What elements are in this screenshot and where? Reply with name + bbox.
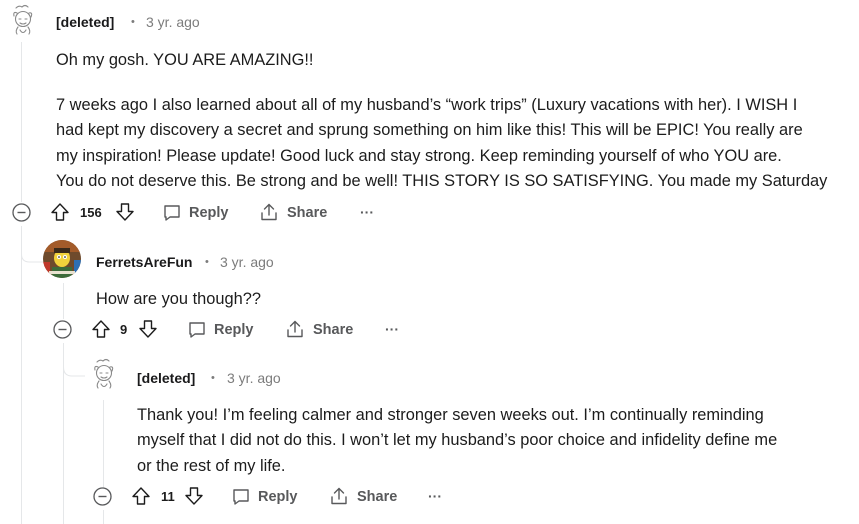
comment-author[interactable]: [deleted] — [137, 370, 195, 386]
downvote-icon[interactable] — [184, 486, 204, 506]
share-button[interactable]: Share — [285, 319, 357, 341]
reply-icon — [162, 203, 182, 223]
comment-text-line: You do not deserve this. Be strong and b… — [56, 172, 828, 190]
share-icon — [285, 319, 305, 339]
vote-count: 9 — [120, 322, 128, 337]
comment-timestamp[interactable]: 3 yr. ago — [146, 14, 200, 30]
share-button[interactable]: Share — [329, 486, 401, 508]
upvote-icon[interactable] — [131, 486, 151, 506]
reply-button[interactable]: Reply — [162, 202, 234, 224]
upvote-icon[interactable] — [91, 319, 111, 339]
share-button[interactable]: Share — [259, 202, 331, 224]
share-label: Share — [357, 489, 398, 505]
meta-separator: • — [131, 16, 135, 28]
comment-text-line: Thank you! I’m feeling calmer and strong… — [137, 406, 764, 424]
meta-separator: • — [211, 372, 215, 384]
comment-2: FerretsAreFun • 3 yr. ago How are you th… — [0, 230, 859, 346]
downvote-icon[interactable] — [115, 202, 135, 222]
comment-text-line: Oh my gosh. YOU ARE AMAZING!! — [56, 51, 314, 69]
comment-1: [deleted] • 3 yr. ago Oh my gosh. YOU AR… — [0, 0, 859, 230]
share-icon — [329, 486, 349, 506]
downvote-icon[interactable] — [138, 319, 158, 339]
share-icon — [259, 202, 279, 222]
vote-count: 156 — [80, 205, 102, 220]
comment-text-line: had kept my discovery a secret and sprun… — [56, 121, 803, 139]
comment-3: [deleted] • 3 yr. ago Thank you! I’m fee… — [0, 346, 859, 524]
reply-icon — [231, 487, 251, 507]
upvote-icon[interactable] — [50, 202, 70, 222]
collapse-icon[interactable] — [93, 487, 112, 506]
more-icon[interactable]: ··· — [385, 321, 399, 337]
meta-separator: • — [205, 256, 209, 268]
more-icon[interactable]: ··· — [428, 488, 442, 504]
comment-text-line: my inspiration! Please update! Good luck… — [56, 147, 782, 165]
reply-icon — [187, 320, 207, 340]
reply-button[interactable]: Reply — [187, 319, 259, 341]
user-avatar[interactable] — [43, 240, 81, 278]
reply-button[interactable]: Reply — [231, 486, 303, 508]
comment-text-line: myself that I did not do this. I won’t l… — [137, 431, 778, 449]
collapse-icon[interactable] — [53, 320, 72, 339]
share-label: Share — [313, 322, 354, 338]
comment-text-line: 7 weeks ago I also learned about all of … — [56, 96, 798, 114]
comment-author[interactable]: FerretsAreFun — [96, 254, 192, 270]
more-icon[interactable]: ··· — [360, 204, 374, 220]
comment-timestamp[interactable]: 3 yr. ago — [227, 370, 281, 386]
snoo-avatar-icon[interactable] — [6, 4, 38, 36]
reply-label: Reply — [258, 489, 298, 505]
vote-count: 11 — [161, 489, 175, 504]
share-label: Share — [287, 205, 328, 221]
comment-text-line: or the rest of my life. — [137, 457, 286, 475]
snoo-avatar-icon[interactable] — [87, 358, 119, 390]
reply-label: Reply — [189, 205, 229, 221]
collapse-icon[interactable] — [12, 203, 31, 222]
reply-label: Reply — [214, 322, 254, 338]
comment-timestamp[interactable]: 3 yr. ago — [220, 254, 274, 270]
comment-author[interactable]: [deleted] — [56, 14, 114, 30]
comment-text-line: How are you though?? — [96, 290, 261, 308]
